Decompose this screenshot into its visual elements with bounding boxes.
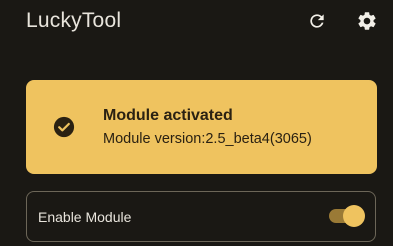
enable-module-row[interactable]: Enable Module bbox=[26, 191, 376, 242]
refresh-button[interactable] bbox=[304, 8, 330, 34]
enable-module-toggle[interactable] bbox=[329, 205, 365, 227]
check-circle-icon bbox=[53, 116, 75, 138]
module-status-card: Module activated Module version:2.5_beta… bbox=[26, 80, 377, 174]
settings-button[interactable] bbox=[354, 8, 380, 34]
app-bar: LuckyTool bbox=[0, 0, 393, 44]
status-title: Module activated bbox=[103, 107, 233, 124]
module-version: Module version:2.5_beta4(3065) bbox=[103, 131, 312, 147]
toggle-thumb bbox=[343, 205, 365, 227]
gear-icon bbox=[358, 12, 376, 30]
enable-module-label: Enable Module bbox=[38, 209, 132, 225]
app-title: LuckyTool bbox=[26, 9, 122, 32]
refresh-icon bbox=[310, 14, 324, 28]
